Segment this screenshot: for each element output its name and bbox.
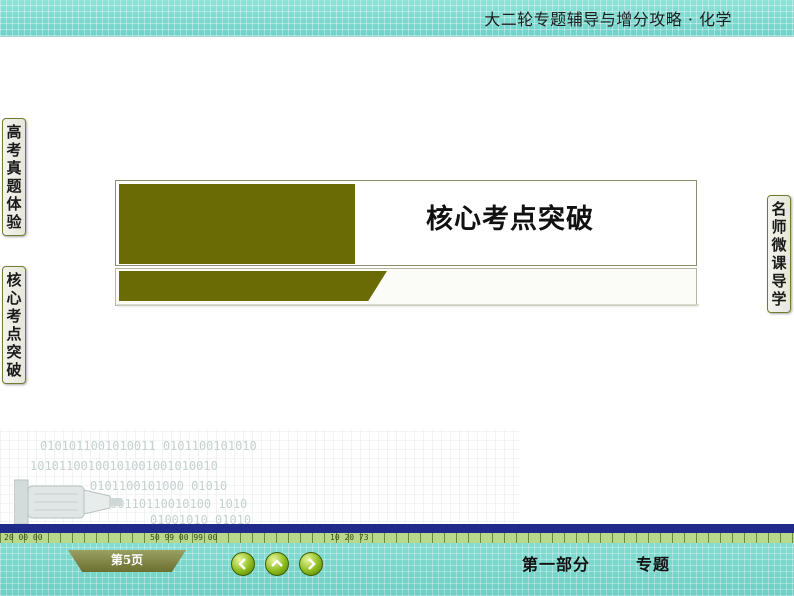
tab-hexin-kaodian[interactable]: 核心考点突破: [2, 266, 26, 384]
topic-label: 专题: [636, 555, 671, 574]
section-title-panel: 核心考点突破: [115, 180, 699, 308]
chevron-up-icon: [271, 559, 283, 567]
decorative-digits: 10101100100101001001010010: [30, 459, 218, 473]
scale-label: 10 20 73: [330, 533, 369, 542]
tab-char: 课: [771, 254, 787, 272]
tab-char: 考: [6, 141, 22, 159]
tab-char: 突: [6, 343, 22, 361]
header-banner: 大二轮专题辅导与增分攻略 · 化学: [0, 0, 794, 37]
title-box: 核心考点突破: [115, 180, 697, 266]
part-label: 第一部分: [522, 555, 591, 574]
tab-char: 破: [6, 361, 22, 379]
decorative-digits: 00110110010100 1010: [110, 497, 248, 511]
tab-label: 高考真题体验: [3, 123, 25, 231]
tab-char: 师: [771, 218, 787, 236]
chevron-left-icon: [238, 558, 246, 570]
tab-gaokao-zhenti[interactable]: 高考真题体验: [2, 118, 26, 236]
prev-page-button[interactable]: [231, 552, 255, 576]
footer-stripe: [0, 524, 794, 533]
scale-label: 50 99 00 99 00: [150, 533, 218, 542]
decorative-digits: 0101011001010011 0101100101010: [40, 439, 257, 453]
footer-scale: [0, 533, 794, 543]
tab-char: 导: [771, 272, 787, 290]
tab-char: 验: [6, 213, 22, 231]
tab-char: 点: [6, 325, 22, 343]
subtitle-accent-bar: [119, 271, 387, 301]
next-page-button[interactable]: [299, 552, 323, 576]
panel-shadow: [117, 304, 699, 308]
tab-char: 真: [6, 159, 22, 177]
tab-char: 学: [771, 290, 787, 308]
scale-label: 20 00 00: [4, 533, 43, 542]
tab-char: 心: [6, 289, 22, 307]
chevron-right-icon: [308, 558, 316, 570]
tab-char: 微: [771, 236, 787, 254]
tab-char: 体: [6, 195, 22, 213]
section-title: 核心考点突破: [426, 204, 594, 235]
home-up-button[interactable]: [265, 552, 289, 576]
page-number-badge: 第5页: [68, 550, 186, 572]
tab-char: 题: [6, 177, 22, 195]
tab-label: 核心考点突破: [3, 271, 25, 379]
header-title: 大二轮专题辅导与增分攻略 · 化学: [484, 10, 732, 29]
tab-char: 高: [6, 123, 22, 141]
tab-char: 名: [771, 200, 787, 218]
tab-mingshi-weike[interactable]: 名师微课导学: [767, 195, 791, 313]
tab-label: 名师微课导学: [768, 200, 790, 308]
plug-icon: [14, 479, 122, 525]
title-accent-block: [119, 184, 355, 264]
tab-char: 考: [6, 307, 22, 325]
tab-char: 核: [6, 271, 22, 289]
subtitle-box: [115, 268, 697, 306]
